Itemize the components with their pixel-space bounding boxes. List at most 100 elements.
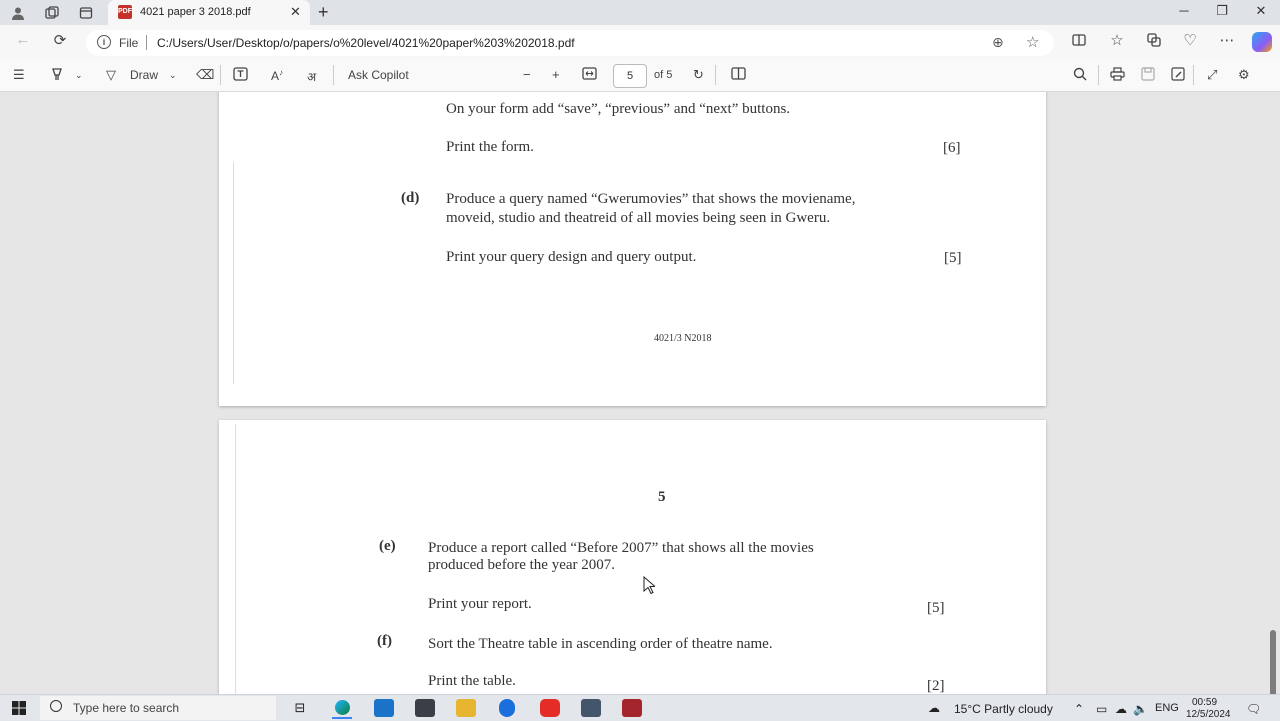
mark-c: [6]: [943, 140, 961, 156]
workspaces-icon[interactable]: [43, 4, 61, 22]
question-f-text: Sort the Theatre table in ascending orde…: [428, 636, 773, 652]
address-bar[interactable]: i File C:/Users/User/Desktop/o/papers/o%…: [86, 30, 1054, 56]
question-e-line-2: produced before the year 2007.: [428, 557, 616, 573]
chevron-down-icon[interactable]: ⌄: [169, 70, 177, 81]
language-indicator[interactable]: ENG: [1155, 702, 1179, 714]
mail-app-icon[interactable]: [415, 699, 435, 717]
translate-icon[interactable]: अ: [307, 68, 316, 85]
show-hidden-icons-icon[interactable]: ⌃: [1074, 702, 1084, 716]
rotate-icon[interactable]: ↻: [693, 67, 704, 83]
restore-icon[interactable]: ❐: [1212, 3, 1232, 19]
info-icon[interactable]: i: [97, 35, 111, 49]
draw-icon[interactable]: ▽: [106, 67, 116, 83]
more-options-icon[interactable]: ⋯: [1217, 31, 1237, 49]
zoom-out-icon[interactable]: −: [523, 67, 531, 82]
page-view-icon[interactable]: [731, 67, 746, 83]
clock-date[interactable]: 12/5/2024: [1186, 709, 1231, 719]
minimize-icon[interactable]: ─: [1174, 3, 1194, 18]
search-icon: [50, 700, 62, 712]
print-form-text: Print the form.: [446, 139, 534, 155]
question-d-print: Print your query design and query output…: [446, 249, 697, 265]
settings-gear-icon[interactable]: ⚙: [1238, 67, 1250, 83]
address-bar-row: ← ⟳ i File C:/Users/User/Desktop/o/paper…: [0, 25, 1280, 60]
weather-icon[interactable]: ☁: [928, 701, 940, 715]
bluetooth-icon[interactable]: [499, 699, 515, 717]
eraser-icon[interactable]: ⌫: [196, 67, 214, 83]
store-app-icon[interactable]: [374, 699, 394, 717]
question-label-f: (f): [377, 633, 392, 649]
refresh-icon[interactable]: ⟳: [50, 31, 70, 49]
question-label-e: (e): [379, 538, 396, 554]
search-icon[interactable]: [1073, 67, 1087, 84]
draw-button[interactable]: Draw: [130, 68, 158, 82]
read-aloud-icon[interactable]: A♪: [271, 68, 283, 83]
close-window-icon[interactable]: ✕: [1251, 3, 1271, 19]
collections-icon[interactable]: [1144, 33, 1164, 51]
split-screen-icon[interactable]: [1069, 33, 1089, 51]
notifications-icon[interactable]: 🗨: [1246, 702, 1261, 716]
mark-e: [5]: [927, 600, 945, 616]
taskbar-search-input[interactable]: Type here to search: [40, 696, 276, 720]
mark-f: [2]: [927, 678, 945, 694]
tab-title: 4021 paper 3 2018.pdf: [140, 6, 251, 18]
pdf-page-4: On your form add “save”, “previous” and …: [219, 92, 1046, 406]
search-placeholder: Type here to search: [73, 701, 180, 715]
save-icon[interactable]: [1141, 67, 1155, 84]
save-as-icon[interactable]: [1171, 67, 1185, 84]
page-number-input[interactable]: 5: [613, 64, 647, 88]
volume-icon[interactable]: 🔈: [1133, 702, 1148, 716]
zoom-in-icon[interactable]: +: [552, 67, 560, 82]
scrollbar-thumb[interactable]: [1270, 630, 1276, 694]
browser-essentials-icon[interactable]: ♡: [1180, 31, 1200, 49]
question-d-line-2: moveid, studio and theatreid of all movi…: [446, 210, 831, 226]
text-box-icon[interactable]: [233, 67, 248, 84]
fit-page-icon[interactable]: [582, 67, 597, 83]
file-label: File: [119, 36, 139, 50]
mark-d: [5]: [944, 250, 962, 266]
close-tab-icon[interactable]: ✕: [290, 4, 301, 20]
access-app-icon[interactable]: [622, 699, 642, 717]
tab-pdf[interactable]: PDF 4021 paper 3 2018.pdf ✕: [108, 0, 310, 25]
form-buttons-text: On your form add “save”, “previous” and …: [446, 101, 791, 117]
ask-copilot-button[interactable]: Ask Copilot: [348, 68, 409, 82]
taskbar: Type here to search ⊟ ☁ 15°C Partly clou…: [0, 694, 1280, 721]
mouse-cursor-icon: [643, 576, 655, 594]
task-view-icon[interactable]: ⊟: [290, 699, 310, 717]
weather-text[interactable]: 15°C Partly cloudy: [954, 702, 1053, 716]
copilot-icon[interactable]: [1252, 32, 1272, 52]
network-icon[interactable]: ☁: [1115, 702, 1127, 716]
edge-app-icon[interactable]: [332, 699, 352, 719]
divider: [146, 35, 147, 50]
new-tab-icon[interactable]: +: [318, 2, 329, 23]
page-footer: 4021/3 N2018: [654, 333, 712, 344]
chevron-down-icon[interactable]: ⌄: [75, 70, 83, 81]
youtube-app-icon[interactable]: [540, 699, 560, 717]
fullscreen-icon[interactable]: ⤢: [1207, 67, 1217, 83]
page-total: of 5: [654, 69, 673, 81]
question-d-line-1: Produce a query named “Gwerumovies” that…: [446, 191, 856, 207]
pdf-viewer[interactable]: On your form add “save”, “previous” and …: [0, 92, 1280, 694]
pdf-page-5: 5 (e) Produce a report called “Before 20…: [219, 420, 1046, 694]
profile-icon[interactable]: [9, 4, 27, 22]
pdf-file-icon: PDF: [118, 5, 132, 19]
battery-icon[interactable]: ▭: [1096, 702, 1107, 716]
back-icon[interactable]: ←: [13, 31, 33, 48]
highlight-icon[interactable]: [50, 67, 64, 84]
windows-start-icon[interactable]: [12, 701, 26, 718]
favorite-star-icon[interactable]: ☆: [1026, 33, 1039, 51]
print-icon[interactable]: [1110, 67, 1125, 84]
title-bar: PDF 4021 paper 3 2018.pdf ✕ + ─ ❐ ✕: [0, 0, 1280, 25]
clock-time[interactable]: 00:59: [1192, 697, 1217, 708]
page-number: 5: [658, 489, 666, 505]
tab-actions-icon[interactable]: [77, 4, 95, 22]
app-icon[interactable]: [581, 699, 601, 717]
question-label-d: (d): [401, 190, 420, 206]
zoom-icon[interactable]: ⊕: [992, 34, 1004, 51]
favorites-icon[interactable]: ☆: [1107, 31, 1127, 49]
file-explorer-icon[interactable]: [456, 699, 476, 717]
url-text[interactable]: C:/Users/User/Desktop/o/papers/o%20level…: [157, 36, 575, 50]
question-f-print: Print the table.: [428, 673, 516, 689]
contents-icon[interactable]: ☰: [13, 67, 25, 83]
question-e-print: Print your report.: [428, 596, 532, 612]
pdf-toolbar: ☰ ⌄ ▽ Draw ⌄ ⌫ A♪ अ Ask Copilot − + 5 of…: [0, 60, 1280, 92]
